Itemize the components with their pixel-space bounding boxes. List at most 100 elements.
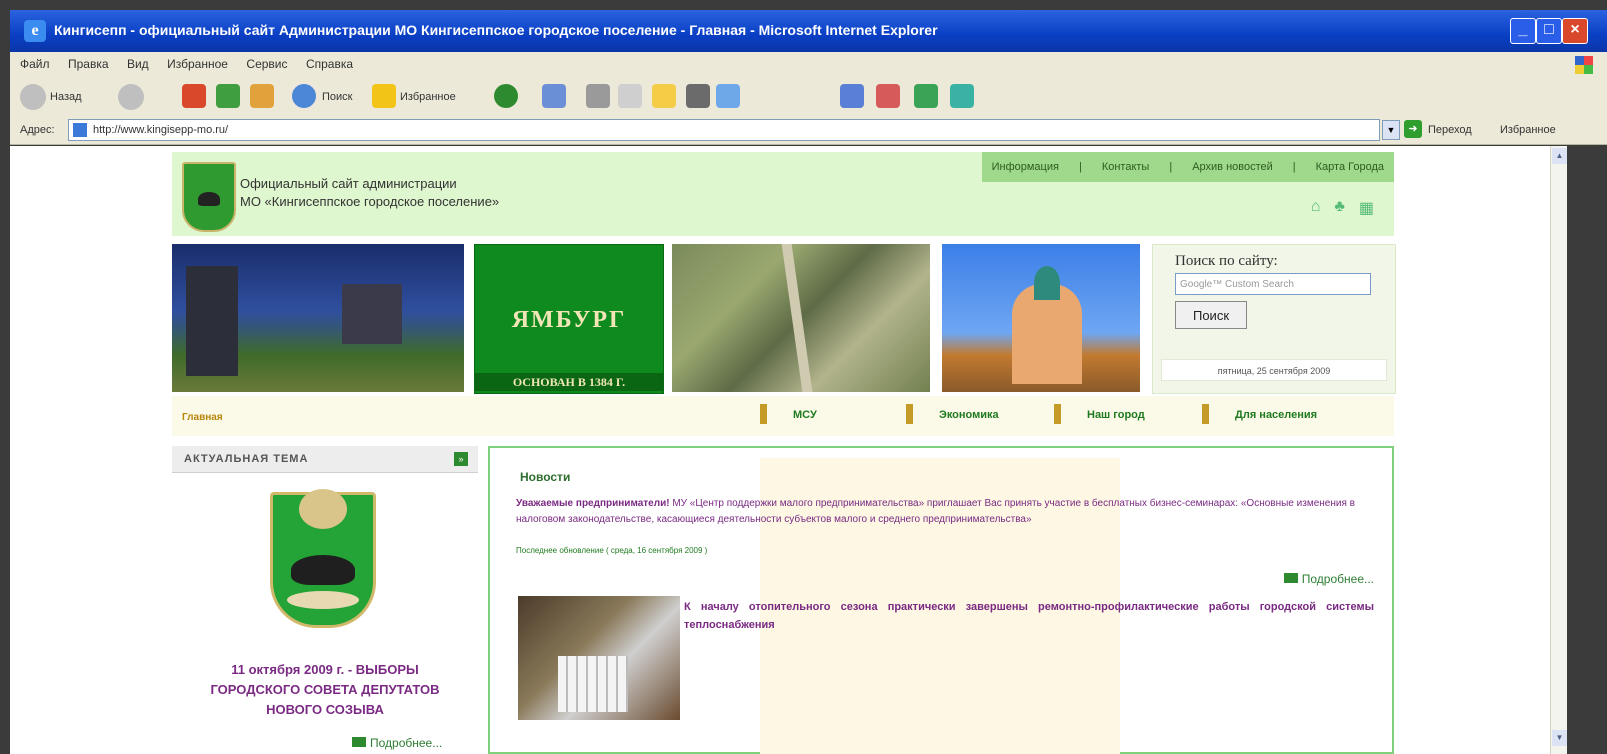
back-arrow-icon[interactable]: [20, 84, 46, 110]
top-navigation: Информация | Контакты | Архив новостей |…: [981, 152, 1394, 182]
page-viewport: Официальный сайт администрации МО «Кинги…: [10, 146, 1550, 754]
browser-toolbar: Назад Поиск Избранное: [10, 78, 1607, 117]
ie-logo-icon: e: [24, 20, 46, 42]
menu-file[interactable]: Файл: [20, 57, 50, 71]
refresh-icon[interactable]: [216, 84, 240, 108]
maximize-button[interactable]: □: [1536, 18, 1562, 44]
radiator-photo[interactable]: [518, 596, 680, 720]
favorites-label[interactable]: Избранное: [400, 91, 456, 103]
mail-icon[interactable]: [542, 84, 566, 108]
topnav-separator: |: [1169, 161, 1173, 173]
more-icon: [1283, 573, 1298, 583]
crown-shape: [299, 489, 347, 529]
news-item-1[interactable]: Уважаемые предприниматели! МУ «Центр под…: [516, 496, 1366, 528]
edit-icon[interactable]: [618, 84, 642, 108]
nav-item-economy[interactable]: Экономика: [906, 404, 1049, 424]
menu-edit[interactable]: Правка: [68, 57, 109, 71]
menu-help[interactable]: Справка: [306, 57, 353, 71]
tool-icon-1[interactable]: [840, 84, 864, 108]
close-button[interactable]: ×: [1562, 18, 1588, 44]
election-announcement[interactable]: 11 октября 2009 г. - ВЫБОРЫ ГОРОДСКОГО С…: [192, 660, 458, 720]
window-titlebar[interactable]: e Кингисепп - официальный сайт Администр…: [10, 10, 1607, 52]
print-icon[interactable]: [586, 84, 610, 108]
stop-icon[interactable]: [182, 84, 206, 108]
banner-cathedral-photo: [942, 244, 1140, 392]
home-icon[interactable]: [250, 84, 274, 108]
vertical-scrollbar[interactable]: ▲ ▼: [1550, 146, 1568, 754]
nav-item-our-city[interactable]: Наш город: [1054, 404, 1191, 424]
actual-topic-header: АКТУАЛЬНАЯ ТЕМА »: [172, 446, 478, 473]
search-icon[interactable]: [292, 84, 316, 108]
go-button[interactable]: Переход: [1428, 124, 1472, 136]
search-title: Поиск по сайту:: [1175, 253, 1278, 269]
org-title-line2: МО «Кингисеппское городское поселение»: [240, 194, 500, 209]
tool-icon-4[interactable]: [950, 84, 974, 108]
go-arrow-icon[interactable]: ➜: [1404, 120, 1422, 138]
nav-item-for-residents[interactable]: Для населения: [1202, 404, 1375, 424]
favorites-star-icon[interactable]: [372, 84, 396, 108]
history-icon[interactable]: [494, 84, 518, 108]
nav-home-link[interactable]: Главная: [182, 412, 223, 423]
banner-founded-text: ОСНОВАН В 1384 Г.: [475, 373, 663, 391]
go-arrow-icon[interactable]: »: [454, 452, 468, 466]
scroll-down-icon[interactable]: ▼: [1552, 730, 1567, 746]
site-search-panel: Поиск по сайту: Google™ Custom Search По…: [1152, 244, 1396, 394]
site-header: Официальный сайт администрации МО «Кинги…: [172, 152, 1394, 236]
banner-yamburg: ЯМБУРГ ОСНОВАН В 1384 Г.: [474, 244, 664, 394]
nav-item-msu[interactable]: МСУ: [760, 404, 883, 424]
address-dropdown-icon[interactable]: ▼: [1382, 120, 1400, 140]
banner-night-city-photo: [172, 244, 464, 392]
menu-bar: Файл Правка Вид Избранное Сервис Справка: [10, 52, 1607, 79]
topnav-contacts[interactable]: Контакты: [1102, 161, 1150, 173]
tool-icon-3[interactable]: [914, 84, 938, 108]
topnav-archive[interactable]: Архив новостей: [1192, 161, 1273, 173]
topnav-separator: |: [1292, 161, 1296, 173]
address-label: Адрес:: [20, 124, 55, 136]
election-line-3: НОВОГО СОЗЫВА: [266, 702, 384, 717]
window-title: Кингисепп - официальный сайт Администрац…: [54, 22, 938, 38]
links-label[interactable]: Избранное: [1500, 124, 1556, 136]
folder-icon[interactable]: [652, 84, 676, 108]
left-more-link[interactable]: Подробнее...: [352, 736, 442, 750]
org-title-line1: Официальный сайт администрации: [240, 176, 457, 191]
coat-of-arms-logo[interactable]: [182, 162, 236, 232]
news-more-link[interactable]: Подробнее...: [1283, 572, 1374, 586]
site-search-input[interactable]: Google™ Custom Search: [1175, 273, 1371, 295]
banner-aerial-photo: [672, 244, 930, 392]
actual-topic-title: АКТУАЛЬНАЯ ТЕМА: [184, 453, 309, 465]
election-line-1: 11 октября 2009 г. - ВЫБОРЫ: [231, 662, 419, 677]
forward-arrow-icon[interactable]: [118, 84, 144, 110]
banner-yamburg-title: ЯМБУРГ: [511, 307, 627, 333]
news-item-1-lead: Уважаемые предприниматели!: [516, 498, 670, 509]
menu-view[interactable]: Вид: [127, 57, 149, 71]
minimize-button[interactable]: _: [1510, 18, 1536, 44]
menu-tools[interactable]: Сервис: [246, 57, 287, 71]
windows-logo-icon: [1575, 56, 1593, 74]
coat-of-arms-image[interactable]: [270, 489, 376, 628]
messenger-icon[interactable]: [716, 84, 740, 108]
address-url[interactable]: http://www.kingisepp-mo.ru/: [93, 124, 228, 136]
tool-icon-2[interactable]: [876, 84, 900, 108]
site-search-button[interactable]: Поиск: [1175, 301, 1247, 329]
topnav-info[interactable]: Информация: [992, 161, 1059, 173]
address-input[interactable]: http://www.kingisepp-mo.ru/: [68, 119, 1380, 141]
menu-favorites[interactable]: Избранное: [167, 57, 228, 71]
scroll-up-icon[interactable]: ▲: [1552, 148, 1567, 164]
news-panel: Новости Уважаемые предприниматели! МУ «Ц…: [488, 446, 1394, 754]
main-navigation: Главная МСУ Экономика Наш город Для насе…: [172, 396, 1394, 436]
search-label[interactable]: Поиск: [322, 91, 352, 103]
website: Официальный сайт администрации МО «Кинги…: [172, 152, 1396, 754]
news-item-1-updated: Последнее обновление ( среда, 16 сентябр…: [516, 546, 708, 555]
back-label[interactable]: Назад: [50, 91, 82, 103]
home-icon[interactable]: ⌂: [1311, 198, 1321, 218]
header-icons: ⌂ ♣ ▦: [1311, 198, 1374, 218]
news-item-2[interactable]: К началу отопительного сезона практическ…: [684, 598, 1374, 634]
screen-frame-right: [1567, 146, 1607, 754]
actual-topic-panel: АКТУАЛЬНАЯ ТЕМА » 11 октября 2009 г. - В…: [172, 446, 478, 754]
topnav-map[interactable]: Карта Города: [1316, 161, 1384, 173]
k-icon[interactable]: [686, 84, 710, 108]
sitemap-icon[interactable]: ♣: [1334, 198, 1345, 218]
nest-shape: [287, 591, 359, 609]
more-icon: [352, 737, 366, 747]
language-flag-icon[interactable]: ▦: [1359, 198, 1374, 218]
